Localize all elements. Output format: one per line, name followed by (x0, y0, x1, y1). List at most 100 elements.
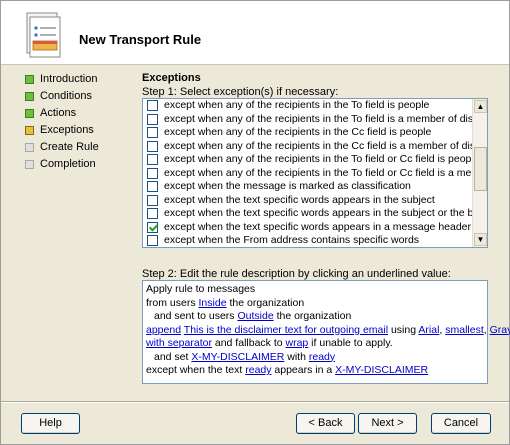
wizard-header: New Transport Rule (1, 1, 509, 65)
exception-item[interactable]: except when any of the recipients in the… (143, 99, 473, 113)
nav-item-label: Conditions (40, 90, 92, 102)
desc-line: from users Inside the organization (146, 297, 484, 311)
vertical-scrollbar[interactable]: ▲ ▼ (472, 99, 487, 247)
exception-text-link[interactable]: ready (245, 364, 271, 376)
desc-text: the organization (273, 310, 352, 322)
nav-item-exceptions: Exceptions (25, 122, 129, 139)
exception-checkbox[interactable] (147, 100, 158, 112)
exception-checkbox[interactable] (147, 221, 158, 233)
users-scope-link[interactable]: Inside (199, 297, 227, 309)
page-title: New Transport Rule (79, 32, 202, 47)
desc-line: with separator and fallback to wrap if u… (146, 337, 484, 351)
step1-label: Step 1: Select exception(s) if necessary… (142, 86, 339, 98)
scroll-up-icon[interactable]: ▲ (474, 100, 487, 113)
exceptions-listbox[interactable]: except when any of the recipients in the… (142, 98, 488, 248)
desc-text: the organization (226, 296, 305, 309)
exception-item[interactable]: except when any of the recipients in the… (143, 126, 473, 140)
step2-label: Step 2: Edit the rule description by cli… (142, 268, 451, 280)
section-title: Exceptions (142, 72, 201, 84)
footer-divider (1, 401, 509, 403)
separator-link[interactable]: with separator (146, 337, 212, 349)
step-pending-icon (25, 160, 34, 169)
desc-text: appears in a (271, 364, 336, 376)
font-link[interactable]: Arial (418, 324, 439, 336)
exception-label: except when any of the recipients in the… (164, 153, 473, 165)
exception-item[interactable]: except when the message is marked as cla… (143, 180, 473, 194)
step-complete-icon (25, 75, 34, 84)
desc-line: and sent to users Outside the organizati… (146, 310, 484, 324)
exception-checkbox[interactable] (147, 181, 158, 193)
nav-item-label: Completion (40, 158, 96, 170)
exception-label: except when any of the recipients in the… (164, 166, 473, 179)
desc-line: and set X-MY-DISCLAIMER with ready (146, 351, 484, 365)
nav-item-completion: Completion (25, 156, 129, 173)
desc-line: except when the text ready appears in a … (146, 364, 484, 378)
exception-checkbox[interactable] (147, 208, 158, 220)
desc-text: Apply rule to messages (146, 283, 256, 295)
exception-label: except when the text specific words appe… (164, 220, 472, 233)
exception-item[interactable]: except when any of the recipients in the… (143, 140, 473, 154)
nav-item-actions: Actions (25, 105, 129, 122)
desc-text: with (284, 350, 309, 363)
exception-checkbox[interactable] (147, 235, 158, 247)
wizard-steps-nav: Introduction Conditions Actions Exceptio… (25, 71, 129, 173)
exception-item[interactable]: except when the text specific words appe… (143, 194, 473, 208)
exception-item[interactable]: except when the From address contains sp… (143, 234, 473, 247)
step-current-icon (25, 126, 34, 135)
exception-checkbox[interactable] (147, 167, 158, 179)
desc-line: append This is the disclaimer text for o… (146, 323, 510, 338)
transport-rule-icon (26, 12, 61, 58)
exception-header-link[interactable]: X-MY-DISCLAIMER (335, 364, 428, 376)
desc-text: and set (154, 350, 192, 363)
font-size-link[interactable]: smallest (445, 324, 484, 336)
exception-label: except when any of the recipients in the… (164, 126, 432, 138)
nav-item-label: Create Rule (40, 141, 99, 153)
scroll-thumb[interactable] (474, 147, 487, 191)
nav-item-introduction: Introduction (25, 71, 129, 88)
wizard-window: New Transport Rule Introduction Conditio… (0, 0, 510, 445)
exception-label: except when the From address contains sp… (164, 234, 420, 246)
exception-item[interactable]: except when any of the recipients in the… (143, 113, 473, 127)
font-color-link[interactable]: Gray (490, 324, 510, 336)
cancel-button[interactable]: Cancel (431, 413, 491, 434)
scroll-down-icon[interactable]: ▼ (474, 233, 487, 246)
exception-label: except when any of the recipients in the… (164, 112, 473, 125)
step-pending-icon (25, 143, 34, 152)
exception-checkbox[interactable] (147, 140, 158, 152)
exception-item[interactable]: except when the text specific words appe… (143, 207, 473, 221)
back-button[interactable]: < Back (296, 413, 355, 434)
nav-item-conditions: Conditions (25, 88, 129, 105)
rule-description-box: Apply rule to messages from users Inside… (142, 280, 510, 384)
exception-checkbox[interactable] (147, 194, 158, 206)
desc-line: Apply rule to messages (146, 283, 484, 297)
exception-label: except when any of the recipients in the… (164, 99, 430, 111)
exception-item[interactable]: except when any of the recipients in the… (143, 167, 473, 181)
desc-text: and sent to users (154, 310, 238, 322)
exception-label: except when any of the recipients in the… (164, 139, 473, 152)
exception-item[interactable]: except when the text specific words appe… (143, 221, 473, 235)
desc-text: and fallback to (211, 337, 286, 349)
exception-checkbox[interactable] (147, 113, 158, 125)
exception-checkbox[interactable] (147, 127, 158, 139)
step-complete-icon (25, 92, 34, 101)
nav-item-create-rule: Create Rule (25, 139, 129, 156)
fallback-action-link[interactable]: wrap (286, 337, 309, 349)
nav-item-label: Introduction (40, 73, 98, 85)
recipients-scope-link[interactable]: Outside (237, 310, 273, 322)
step-complete-icon (25, 109, 34, 118)
desc-text: except when the text (146, 364, 246, 376)
desc-text: if unable to apply. (308, 337, 393, 349)
help-button[interactable]: Help (21, 413, 80, 434)
append-position-link[interactable]: append (146, 324, 181, 336)
exceptions-list: except when any of the recipients in the… (143, 99, 473, 247)
next-button[interactable]: Next > (358, 413, 417, 434)
exception-item[interactable]: except when any of the recipients in the… (143, 153, 473, 167)
exception-checkbox[interactable] (147, 154, 158, 166)
disclaimer-text-link[interactable]: This is the disclaimer text for outgoing… (184, 324, 388, 336)
header-value-link[interactable]: ready (309, 351, 335, 363)
desc-text: from users (146, 296, 199, 309)
desc-text: using (388, 323, 419, 336)
exception-label: except when the text specific words appe… (164, 193, 435, 206)
nav-item-label: Exceptions (40, 124, 94, 136)
header-name-link[interactable]: X-MY-DISCLAIMER (191, 351, 284, 363)
